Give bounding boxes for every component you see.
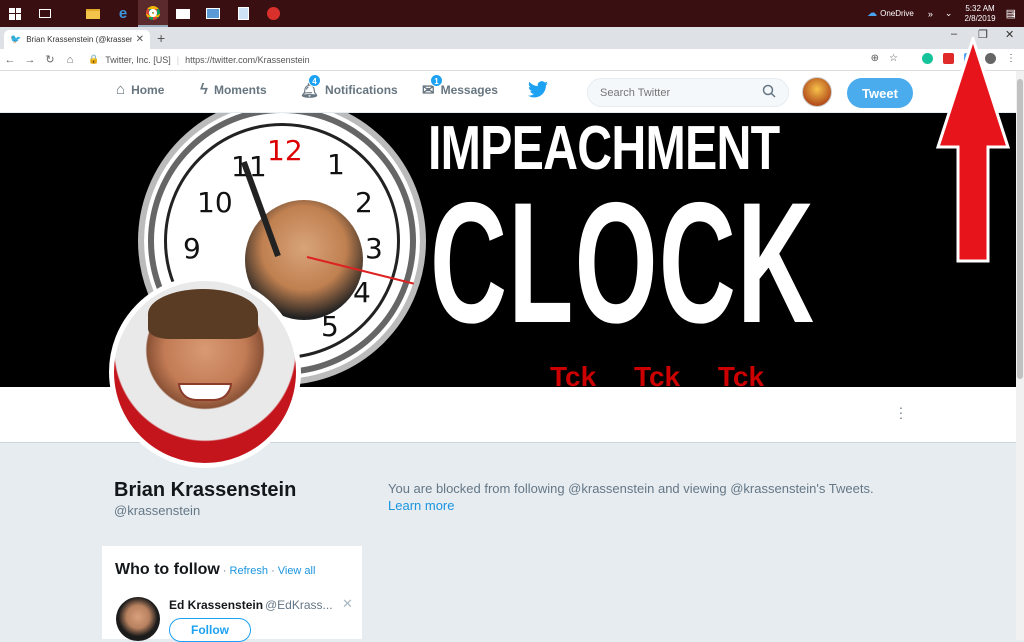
browser-tab[interactable]: 🐦 Brian Krassenstein (@krassenstein ✕ xyxy=(4,30,150,49)
clock-number: 4 xyxy=(353,276,371,309)
back-arrow-icon[interactable]: ← xyxy=(0,54,20,66)
edge-icon[interactable]: e xyxy=(108,0,138,27)
search-icon[interactable] xyxy=(762,84,776,101)
clock-time: 5:32 AM xyxy=(965,3,995,13)
separator-dot: · xyxy=(271,565,275,577)
profile-name: Brian Krassenstein xyxy=(114,479,297,501)
notepad-icon[interactable] xyxy=(228,0,258,27)
profile-handle: @krassenstein xyxy=(114,503,201,518)
clock-number: 9 xyxy=(183,232,201,265)
search-input[interactable] xyxy=(600,86,750,99)
scrollbar-thumb[interactable] xyxy=(1017,79,1023,379)
zoom-icon[interactable]: ⊕ xyxy=(871,53,879,64)
profile-avatar[interactable] xyxy=(109,276,301,468)
task-view-icon[interactable] xyxy=(30,0,60,27)
bookmark-star-icon[interactable]: ☆ xyxy=(889,53,898,64)
reload-icon[interactable]: ↻ xyxy=(40,53,60,66)
omnibox[interactable]: 🔒 Twitter, Inc. [US] | https://twitter.c… xyxy=(88,54,310,65)
blocked-app-icon[interactable] xyxy=(258,0,288,27)
notifications-badge: 4 xyxy=(308,74,321,87)
browser-tab-strip: 🐦 Brian Krassenstein (@krassenstein ✕ + … xyxy=(0,27,1024,49)
cloud-icon: ☁ xyxy=(867,8,878,19)
separator-dot: · xyxy=(222,565,227,577)
who-to-follow-header: Who to follow · Refresh · View all xyxy=(115,561,315,579)
twitter-favicon-icon: 🐦 xyxy=(10,34,22,44)
learn-more-link[interactable]: Learn more xyxy=(388,498,454,513)
search-box[interactable] xyxy=(587,78,789,107)
bell-icon: 🔔︎ 4 xyxy=(300,74,321,99)
nav-notifications[interactable]: 🔔︎ 4 Notifications xyxy=(300,74,398,99)
view-all-link[interactable]: View all xyxy=(278,565,316,577)
twitter-top-nav: ⌂ Home ϟ Moments 🔔︎ 4 Notifications ✉ 1 Me… xyxy=(0,71,1016,113)
nav-messages[interactable]: ✉ 1 Messages xyxy=(422,74,498,99)
file-explorer-icon[interactable] xyxy=(78,0,108,27)
clock-number: 3 xyxy=(365,232,383,265)
chevron-down-icon[interactable]: ⌄ xyxy=(945,8,953,19)
taskbar-clock[interactable]: 5:32 AM 2/8/2019 xyxy=(964,4,995,24)
home-icon: ⌂ xyxy=(116,81,126,98)
nav-moments-label: Moments xyxy=(213,82,267,97)
security-label: Twitter, Inc. [US] xyxy=(105,54,171,65)
close-tab-icon[interactable]: ✕ xyxy=(136,34,144,45)
windows-start-icon[interactable] xyxy=(0,0,30,27)
nav-home[interactable]: ⌂ Home xyxy=(116,81,164,98)
red-arrow-annotation xyxy=(936,37,1010,263)
clock-number: 2 xyxy=(355,186,373,219)
new-tab-icon[interactable]: + xyxy=(157,30,165,46)
account-avatar[interactable] xyxy=(802,77,832,107)
tweet-button[interactable]: Tweet xyxy=(847,78,913,108)
who-to-follow-panel: Who to follow · Refresh · View all Ed Kr… xyxy=(101,545,363,642)
nav-home-label: Home xyxy=(131,82,165,97)
tab-title: Brian Krassenstein (@krassenstein xyxy=(26,35,131,44)
follow-button[interactable]: Follow xyxy=(169,618,251,642)
blocked-message: You are blocked from following @krassens… xyxy=(388,481,874,496)
clock-number: 1 xyxy=(327,148,345,181)
chevron-up-icon[interactable]: » xyxy=(928,9,933,19)
nav-moments[interactable]: ϟ Moments xyxy=(200,81,267,98)
windows-taskbar: e ☁ OneDrive » ⌄ 5:32 AM 2/8/2019 ▤ 3 xyxy=(0,0,1024,27)
suggestion-handle: @EdKrass... xyxy=(265,598,333,612)
url-separator: | xyxy=(176,54,180,65)
lock-icon: 🔒 xyxy=(88,54,100,64)
grammarly-extension-icon[interactable] xyxy=(922,53,933,64)
home-browser-icon[interactable]: ⌂ xyxy=(60,54,80,66)
remote-desktop-icon[interactable] xyxy=(198,0,228,27)
page-scrollbar[interactable] xyxy=(1016,71,1024,640)
url-text: https://twitter.com/Krassenstein xyxy=(185,54,310,65)
lightning-icon: ϟ xyxy=(200,81,208,98)
action-center-icon[interactable]: ▤ 3 xyxy=(1006,7,1016,20)
onedrive-tray[interactable]: ☁ OneDrive xyxy=(867,8,914,19)
avatar-hair xyxy=(148,289,258,339)
suggestion-avatar[interactable] xyxy=(116,597,160,641)
twitter-bird-icon[interactable] xyxy=(528,81,548,103)
clock-date: 2/8/2019 xyxy=(964,13,996,23)
notification-count: 3 xyxy=(1011,13,1015,19)
forward-arrow-icon[interactable]: → xyxy=(20,54,40,66)
system-tray: ☁ OneDrive » ⌄ 5:32 AM 2/8/2019 ▤ 3 xyxy=(867,0,1024,27)
mail-icon[interactable] xyxy=(168,0,198,27)
avatar-smile xyxy=(178,383,232,401)
nav-notifications-label: Notifications xyxy=(325,83,398,97)
onedrive-label: OneDrive xyxy=(880,9,914,18)
suggestion-name[interactable]: Ed Krassenstein xyxy=(169,598,263,612)
envelope-icon: ✉ 1 xyxy=(422,74,443,99)
banner-title-clock: CLOCK xyxy=(430,167,816,359)
clock-number: 5 xyxy=(321,310,339,343)
chrome-icon[interactable] xyxy=(138,0,168,27)
clock-number: 12 xyxy=(267,134,303,167)
clock-number: 10 xyxy=(197,186,233,219)
browser-toolbar: ← → ↻ ⌂ 🔒 Twitter, Inc. [US] | https://t… xyxy=(0,49,1024,71)
blocked-notice: You are blocked from following @krassens… xyxy=(388,480,908,514)
more-options-icon[interactable]: · · · xyxy=(898,400,904,424)
who-to-follow-title: Who to follow xyxy=(115,561,220,578)
messages-badge: 1 xyxy=(430,74,443,87)
banner-tick-text: Tck Tck Tck xyxy=(550,361,765,387)
dismiss-suggestion-icon[interactable]: ✕ xyxy=(342,596,353,612)
nav-messages-label: Messages xyxy=(440,83,498,97)
refresh-link[interactable]: Refresh xyxy=(230,565,269,577)
